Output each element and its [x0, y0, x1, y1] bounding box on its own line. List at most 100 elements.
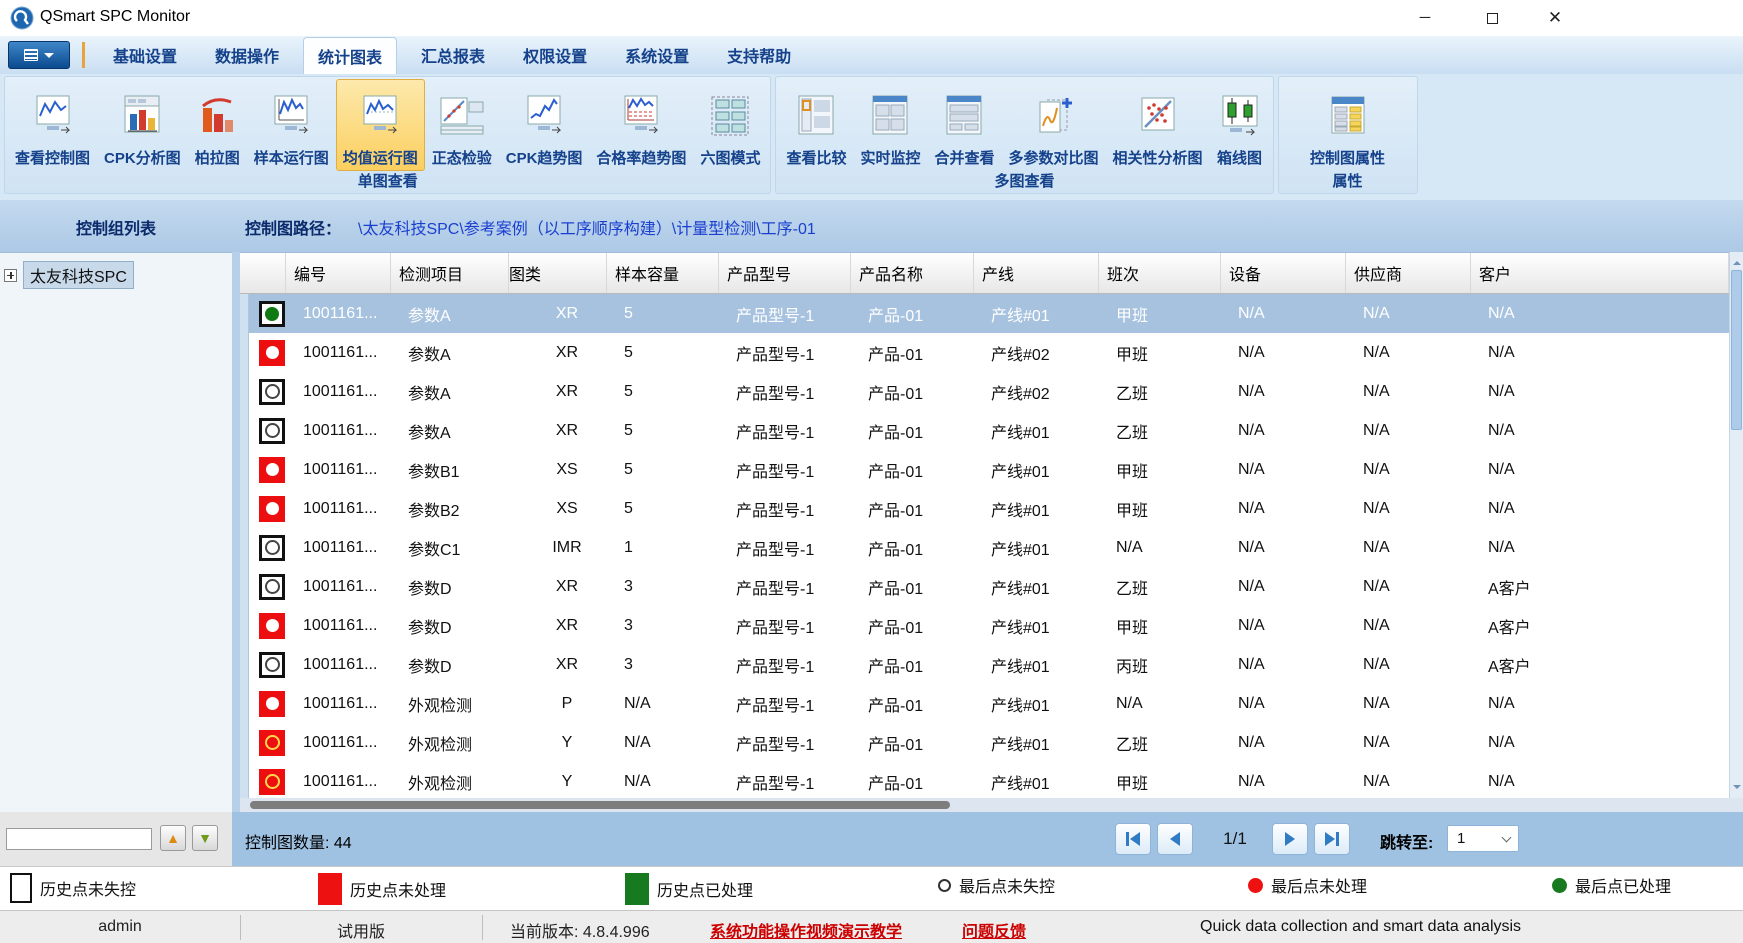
table-cell: XR	[518, 578, 616, 596]
table-cell: 5	[616, 383, 728, 401]
menu-tab-2[interactable]: 统计图表	[303, 37, 397, 77]
table-cell: 5	[616, 305, 728, 323]
table-row[interactable]: 1001161...参数C1IMR1产品型号-1产品-01产线#01N/AN/A…	[240, 528, 1729, 567]
view-compare-button[interactable]: 查看比较	[779, 79, 853, 171]
menu-tab-6[interactable]: 支持帮助	[713, 37, 805, 73]
table-row[interactable]: 1001161...参数AXR5产品型号-1产品-01产线#02乙班N/AN/A…	[240, 372, 1729, 411]
table-cell: 产品-01	[860, 536, 983, 560]
vertical-scrollbar[interactable]	[1729, 252, 1743, 798]
table-row[interactable]: 1001161...参数AXR5产品型号-1产品-01产线#02甲班N/AN/A…	[240, 333, 1729, 372]
view-control-chart-button[interactable]: 查看控制图	[8, 79, 97, 171]
legend-circle-outline-icon	[938, 879, 951, 892]
merged-view-button[interactable]: 合并查看	[927, 79, 1001, 171]
scroll-up-icon[interactable]	[1733, 257, 1741, 265]
realtime-monitor-button[interactable]: 实时监控	[853, 79, 927, 171]
menu-tab-3[interactable]: 汇总报表	[407, 37, 499, 73]
table-cell: 产品-01	[860, 341, 983, 365]
table-cell: N/A	[1230, 383, 1355, 401]
table-row[interactable]: 1001161...外观检测PN/A产品型号-1产品-01产线#01N/AN/A…	[240, 684, 1729, 723]
table-row[interactable]: 1001161...参数AXR5产品型号-1产品-01产线#01甲班N/AN/A…	[240, 294, 1729, 333]
table-cell: N/A	[1355, 344, 1480, 362]
ribbon-group-label: 单图查看	[5, 170, 770, 191]
menu-tab-1[interactable]: 数据操作	[201, 37, 293, 73]
normality-test-button[interactable]: 正态检验	[425, 79, 499, 171]
table-cell: N/A	[1355, 617, 1480, 635]
legend-item: 最后点未处理	[1248, 873, 1367, 897]
menu-tab-5[interactable]: 系统设置	[611, 37, 703, 73]
table-cell: 产品-01	[860, 653, 983, 677]
tree-search-input[interactable]	[6, 828, 152, 850]
table-cell: 产品-01	[860, 380, 983, 404]
table-row[interactable]: 1001161...参数DXR3产品型号-1产品-01产线#01乙班N/AN/A…	[240, 567, 1729, 606]
column-header[interactable]: 班次	[1099, 253, 1221, 293]
table-row[interactable]: 1001161...外观检测YN/A产品型号-1产品-01产线#01乙班N/AN…	[240, 723, 1729, 762]
table-cell: 5	[616, 344, 728, 362]
table-cell: 产线#01	[983, 770, 1108, 794]
table-row[interactable]: 1001161...参数DXR3产品型号-1产品-01产线#01甲班N/AN/A…	[240, 606, 1729, 645]
column-header[interactable]: 客户	[1471, 253, 1729, 293]
sample-run-chart-button[interactable]: 样本运行图	[247, 79, 336, 171]
column-header[interactable]: 产线	[974, 253, 1099, 293]
move-up-button[interactable]: ▲	[160, 825, 186, 851]
table-cell: 产品型号-1	[728, 380, 860, 404]
column-status[interactable]	[240, 253, 286, 293]
table-cell: N/A	[1480, 773, 1729, 791]
jump-page-select[interactable]: 1	[1447, 825, 1519, 852]
column-header[interactable]: 产品型号	[719, 253, 851, 293]
pareto-chart-button[interactable]: 柏拉图	[188, 79, 247, 171]
table-cell: 甲班	[1108, 302, 1230, 326]
horizontal-scrollbar[interactable]	[240, 798, 1743, 812]
tree-expander-icon[interactable]	[4, 269, 17, 282]
table-cell: 5	[616, 422, 728, 440]
six-chart-mode-button[interactable]: 六图模式	[693, 79, 767, 171]
column-header[interactable]: 供应商	[1346, 253, 1471, 293]
column-header[interactable]: 设备	[1221, 253, 1346, 293]
app-menu-button[interactable]	[8, 41, 70, 69]
pass-rate-trend-chart-button[interactable]: 合格率趋势图	[589, 79, 693, 171]
table-row[interactable]: 1001161...参数B2XS5产品型号-1产品-01产线#01甲班N/AN/…	[240, 489, 1729, 528]
close-button[interactable]: ✕	[1535, 6, 1575, 30]
feedback-link[interactable]: 问题反馈	[962, 918, 1026, 942]
correlation-analysis-button[interactable]: 相关性分析图	[1106, 79, 1210, 171]
table-cell: N/A	[616, 773, 728, 791]
table-row[interactable]: 1001161...参数AXR5产品型号-1产品-01产线#01乙班N/AN/A…	[240, 411, 1729, 450]
panel-splitter[interactable]	[232, 252, 240, 812]
next-page-button[interactable]	[1272, 823, 1308, 855]
box-plot-button[interactable]: 箱线图	[1210, 79, 1270, 171]
control-chart-properties-button[interactable]: 控制图属性	[1303, 79, 1392, 171]
table-row[interactable]: 1001161...参数B1XS5产品型号-1产品-01产线#01甲班N/AN/…	[240, 450, 1729, 489]
horizontal-scroll-thumb[interactable]	[250, 801, 950, 809]
table-cell: 产线#01	[983, 419, 1108, 443]
table-row[interactable]: 1001161...外观检测YN/A产品型号-1产品-01产线#01甲班N/AN…	[240, 762, 1729, 798]
first-page-button[interactable]	[1115, 823, 1151, 855]
last-page-button[interactable]	[1314, 823, 1350, 855]
scroll-down-icon[interactable]	[1733, 785, 1741, 793]
menu-tab-4[interactable]: 权限设置	[509, 37, 601, 73]
column-header[interactable]: 样本容量	[607, 253, 719, 293]
move-down-button[interactable]: ▼	[192, 825, 218, 851]
table-cell: 参数A	[400, 380, 518, 404]
maximize-button[interactable]	[1472, 6, 1512, 30]
row-status-cell	[249, 535, 295, 561]
cpk-analysis-button[interactable]: CPK分析图	[97, 79, 188, 171]
table-cell: 丙班	[1108, 653, 1230, 677]
mean-run-chart-button[interactable]: 均值运行图	[336, 79, 425, 171]
menu-tab-0[interactable]: 基础设置	[99, 37, 191, 73]
multi-parameter-compare-button[interactable]: 多参数对比图	[1002, 79, 1106, 171]
table-cell: 1	[616, 539, 728, 557]
table-cell: 产线#01	[983, 536, 1108, 560]
column-header[interactable]: 编号	[286, 253, 391, 293]
column-header[interactable]: 产品名称	[851, 253, 974, 293]
previous-page-button[interactable]	[1157, 823, 1193, 855]
tree-node-root[interactable]: 太友科技SPC	[0, 253, 232, 289]
minimize-button[interactable]: ─	[1405, 6, 1445, 30]
vertical-scroll-thumb[interactable]	[1731, 270, 1742, 430]
cpk-trend-chart-button[interactable]: CPK趋势图	[499, 79, 590, 171]
table-row[interactable]: 1001161...参数DXR3产品型号-1产品-01产线#01丙班N/AN/A…	[240, 645, 1729, 684]
table-cell: 产品-01	[860, 458, 983, 482]
column-header[interactable]: 图类	[509, 253, 607, 293]
status-red-hollow-icon	[259, 769, 285, 795]
chart-path-value: \太友科技SPC\参考案例（以工序顺序构建）\计量型检测\工序-01	[358, 215, 816, 239]
video-tutorial-link[interactable]: 系统功能操作视频演示教学	[710, 918, 902, 942]
column-header[interactable]: 检测项目	[391, 253, 509, 293]
